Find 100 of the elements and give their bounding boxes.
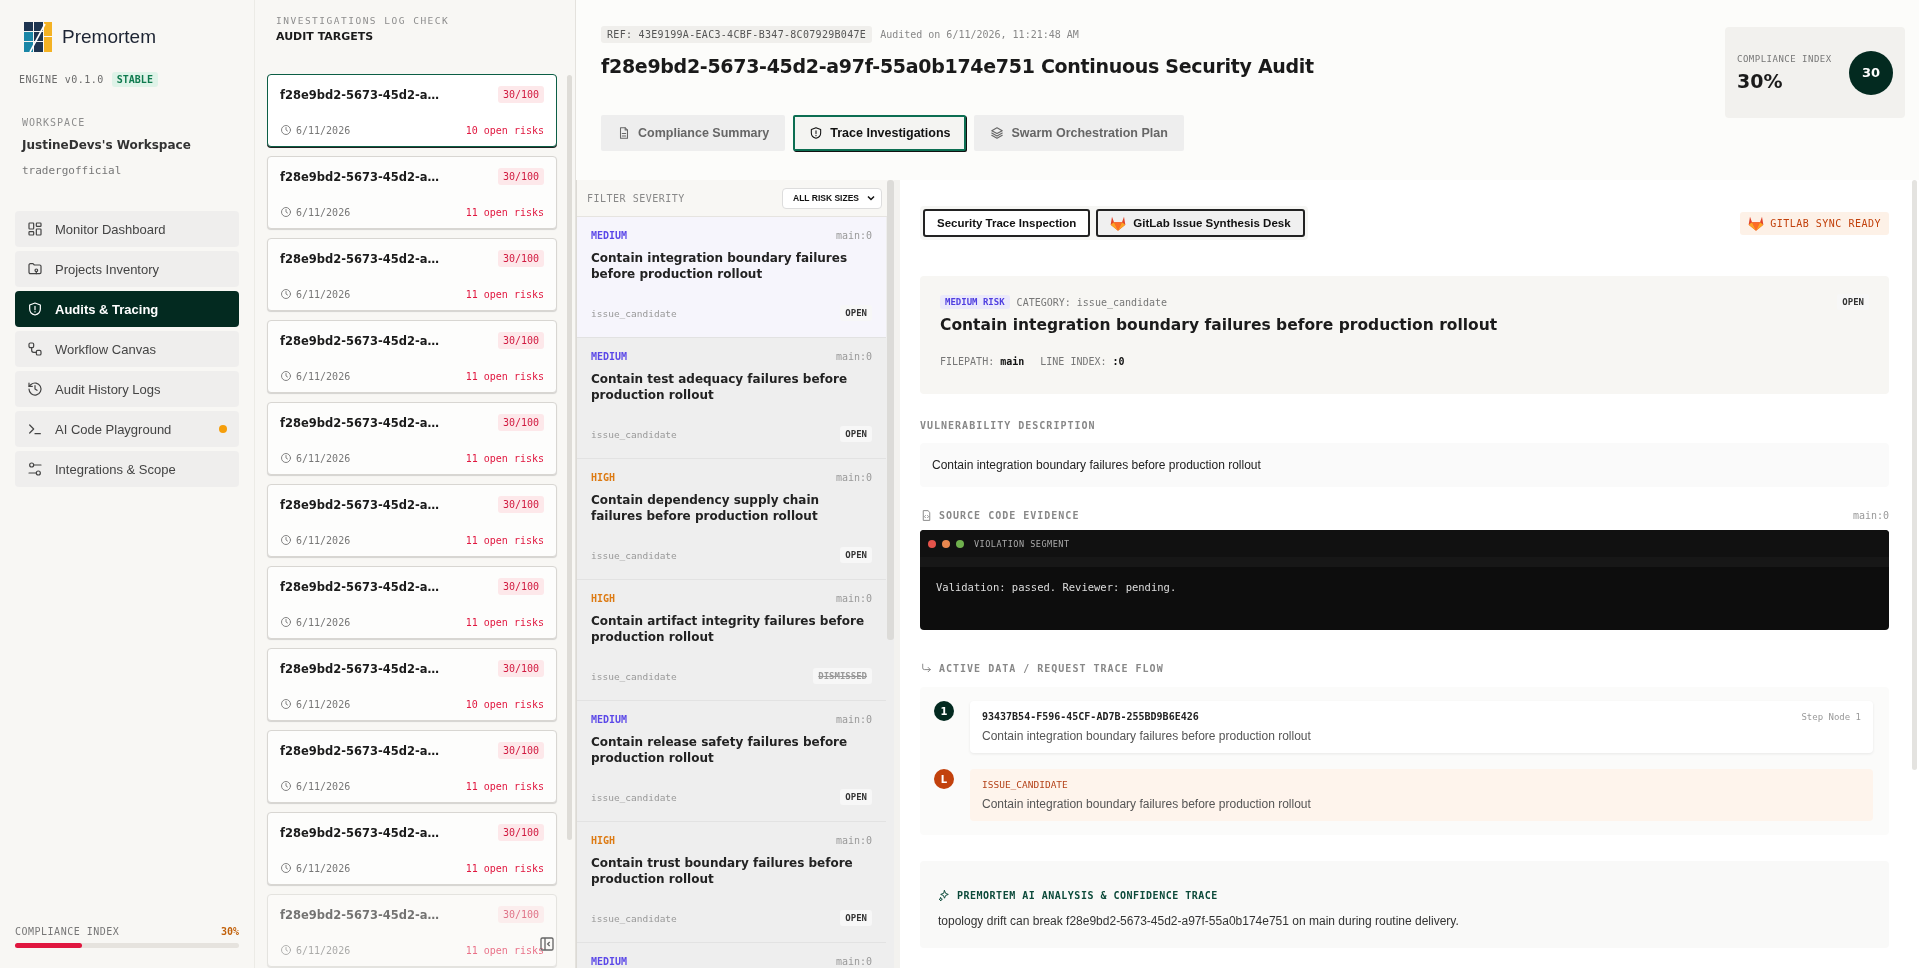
score-badge: 30/100 [497, 742, 544, 759]
document-icon [617, 126, 631, 140]
filter-label: FILTER SEVERITY [587, 192, 685, 204]
finding-item[interactable]: HIGH main:0 Contain artifact integrity failures before production rollout issue_candidate DISMISSED [577, 580, 886, 701]
risk-count: 11 open risks [465, 616, 544, 628]
tab[interactable]: Compliance Summary [601, 115, 786, 151]
finding-item[interactable]: HIGH main:0 Contain trust boundary failures before production rollout issue_candidate OPEN [577, 822, 886, 943]
risk-count: 11 open risks [465, 370, 544, 382]
location-label: main:0 [835, 351, 872, 362]
location-label: main:0 [835, 835, 872, 846]
location-label: main:0 [835, 472, 872, 483]
audit-card[interactable]: f28e9bd2-5673-45d2-a… 30/100 6/11/2026 11 open risks [267, 238, 557, 311]
shield-icon [809, 126, 824, 140]
nav-item[interactable]: Audit History Logs [15, 371, 239, 407]
analysis-text: topology drift can break f28e9bd2-5673-45d2-a97f-55a0b174e751 on main during routine delivery. [938, 914, 1460, 928]
location-label: main:0 [1852, 510, 1889, 521]
nav-item[interactable]: Workflow Canvas [15, 331, 239, 367]
category-label: issue_candidate [591, 670, 677, 682]
risk-count: 11 open risks [465, 944, 544, 956]
audit-name: f28e9bd2-5673-45d2-a… [280, 169, 440, 184]
tab[interactable]: Swarm Orchestration Plan [974, 115, 1184, 151]
audit-date: 6/11/2026 [296, 288, 351, 300]
step-id: 93437B54-F596-45CF-AD7B-255BD9B6E426 [982, 711, 1199, 722]
view-toggle[interactable]: Security Trace Inspection [923, 209, 1091, 237]
audit-date: 6/11/2026 [296, 124, 351, 136]
audit-card[interactable]: f28e9bd2-5673-45d2-a… 30/100 6/11/2026 11 open risks [267, 812, 557, 885]
finding-item[interactable]: MEDIUM main:0 Contain release safety failures before production rollout issue_candidate OPEN [577, 701, 886, 822]
clock-icon [280, 452, 292, 464]
nav-item[interactable]: AI Code Playground [15, 411, 239, 447]
audit-card[interactable]: f28e9bd2-5673-45d2-a… 30/100 6/11/2026 10 open risks [267, 74, 557, 147]
finding-item[interactable]: MEDIUM main:0 Contain integration boundary failures before production rollout issue_candidate OPEN [577, 217, 886, 338]
severity-label: MEDIUM [591, 956, 628, 967]
audit-timestamp: Audited on 6/11/2026, 11:21:48 AM [880, 29, 1079, 40]
audit-date: 6/11/2026 [296, 206, 351, 218]
nav-item[interactable]: Integrations & Scope [15, 451, 239, 487]
nodes-icon [27, 341, 43, 357]
score-badge: 30/100 [497, 86, 544, 103]
clock-icon [280, 534, 292, 546]
section-eyebrow: INVESTIGATIONS LOG CHECK [275, 15, 451, 26]
shield-icon [27, 301, 43, 317]
finding-title: Contain release safety failures before production rollout [591, 734, 849, 766]
audit-card[interactable]: f28e9bd2-5673-45d2-a… 30/100 6/11/2026 11 open risks [267, 156, 557, 229]
audit-name: f28e9bd2-5673-45d2-a… [280, 825, 440, 840]
nav-item[interactable]: Audits & Tracing [15, 291, 239, 327]
finding-item[interactable]: MEDIUM main:0 Contain test adequacy failures before production rollout issue_candidate OPEN [577, 338, 886, 459]
audit-card[interactable]: f28e9bd2-5673-45d2-a… 30/100 6/11/2026 11 open risks [267, 566, 557, 639]
audit-name: f28e9bd2-5673-45d2-a… [280, 497, 440, 512]
scrollbar[interactable] [1912, 180, 1917, 770]
risk-count: 11 open risks [465, 288, 544, 300]
audit-card[interactable]: f28e9bd2-5673-45d2-a… 30/100 6/11/2026 11 open risks [267, 320, 557, 393]
finding-item[interactable]: HIGH main:0 Contain dependency supply chain failures before production rollout issue_candidate OPEN [577, 459, 886, 580]
audit-card[interactable]: f28e9bd2-5673-45d2-a… 30/100 6/11/2026 11 open risks [267, 894, 557, 967]
tab[interactable]: Trace Investigations [793, 115, 967, 151]
nav-item[interactable]: Projects Inventory [15, 251, 239, 287]
score-badge: 30/100 [497, 906, 544, 923]
clock-icon [280, 370, 292, 382]
compliance-value: 30% [1737, 69, 1784, 92]
audit-name: f28e9bd2-5673-45d2-a… [280, 251, 440, 266]
risk-count: 11 open risks [465, 534, 544, 546]
line-index-label: LINE INDEX: :0 [1040, 356, 1125, 367]
audit-card[interactable]: f28e9bd2-5673-45d2-a… 30/100 6/11/2026 10 open risks [267, 648, 557, 721]
finding-title: Contain trust boundary failures before production rollout [591, 855, 854, 887]
audit-name: f28e9bd2-5673-45d2-a… [280, 415, 440, 430]
step-marker: 1 [934, 701, 954, 721]
audit-name: f28e9bd2-5673-45d2-a… [280, 87, 440, 102]
view-toggle[interactable]: GitLab Issue Synthesis Desk [1096, 209, 1305, 237]
clock-icon [280, 862, 292, 874]
reference-id: REF: 43E9199A-EAC3-4CBF-B347-8C07929B047E [601, 26, 873, 43]
finding-item[interactable]: MEDIUM main:0 [577, 943, 886, 968]
category-label: issue_candidate [591, 791, 677, 803]
severity-dropdown[interactable]: ALL RISK SIZES [782, 187, 882, 209]
step-text: Contain integration boundary failures before production rollout [982, 797, 1312, 811]
audit-date: 6/11/2026 [296, 452, 351, 464]
audit-card[interactable]: f28e9bd2-5673-45d2-a… 30/100 6/11/2026 11 open risks [267, 484, 557, 557]
scrollbar[interactable] [887, 180, 894, 640]
scrollbar[interactable] [567, 75, 572, 840]
audit-card[interactable]: f28e9bd2-5673-45d2-a… 30/100 6/11/2026 11 open risks [267, 402, 557, 475]
status-badge: OPEN [840, 547, 872, 563]
sync-status: GITLAB SYNC READY [1740, 211, 1889, 235]
category-label: issue_candidate [591, 307, 677, 319]
status-badge: OPEN [840, 789, 872, 805]
location-label: main:0 [835, 956, 872, 967]
severity-label: MEDIUM [591, 714, 628, 725]
clock-icon [280, 780, 292, 792]
score-circle: 30 [1849, 50, 1893, 95]
section-heading: VULNERABILITY DESCRIPTION [920, 420, 1097, 431]
step-marker: L [934, 769, 954, 789]
audit-card[interactable]: f28e9bd2-5673-45d2-a… 30/100 6/11/2026 11 open risks [267, 730, 557, 803]
clock-icon [280, 124, 292, 136]
risk-count: 11 open risks [465, 206, 544, 218]
sparkle-icon [938, 889, 951, 902]
audit-name: f28e9bd2-5673-45d2-a… [280, 661, 440, 676]
status-badge: OPEN [840, 426, 872, 442]
step-text: Contain integration boundary failures before production rollout [982, 729, 1312, 743]
risk-count: 11 open risks [465, 452, 544, 464]
nav-item[interactable]: Monitor Dashboard [15, 211, 239, 247]
audit-date: 6/11/2026 [296, 698, 351, 710]
page-title: f28e9bd2-5673-45d2-a97f-55a0b174e751 Continuous Security Audit [601, 55, 1314, 77]
severity-label: MEDIUM [591, 230, 628, 241]
fox-icon [1110, 215, 1127, 231]
